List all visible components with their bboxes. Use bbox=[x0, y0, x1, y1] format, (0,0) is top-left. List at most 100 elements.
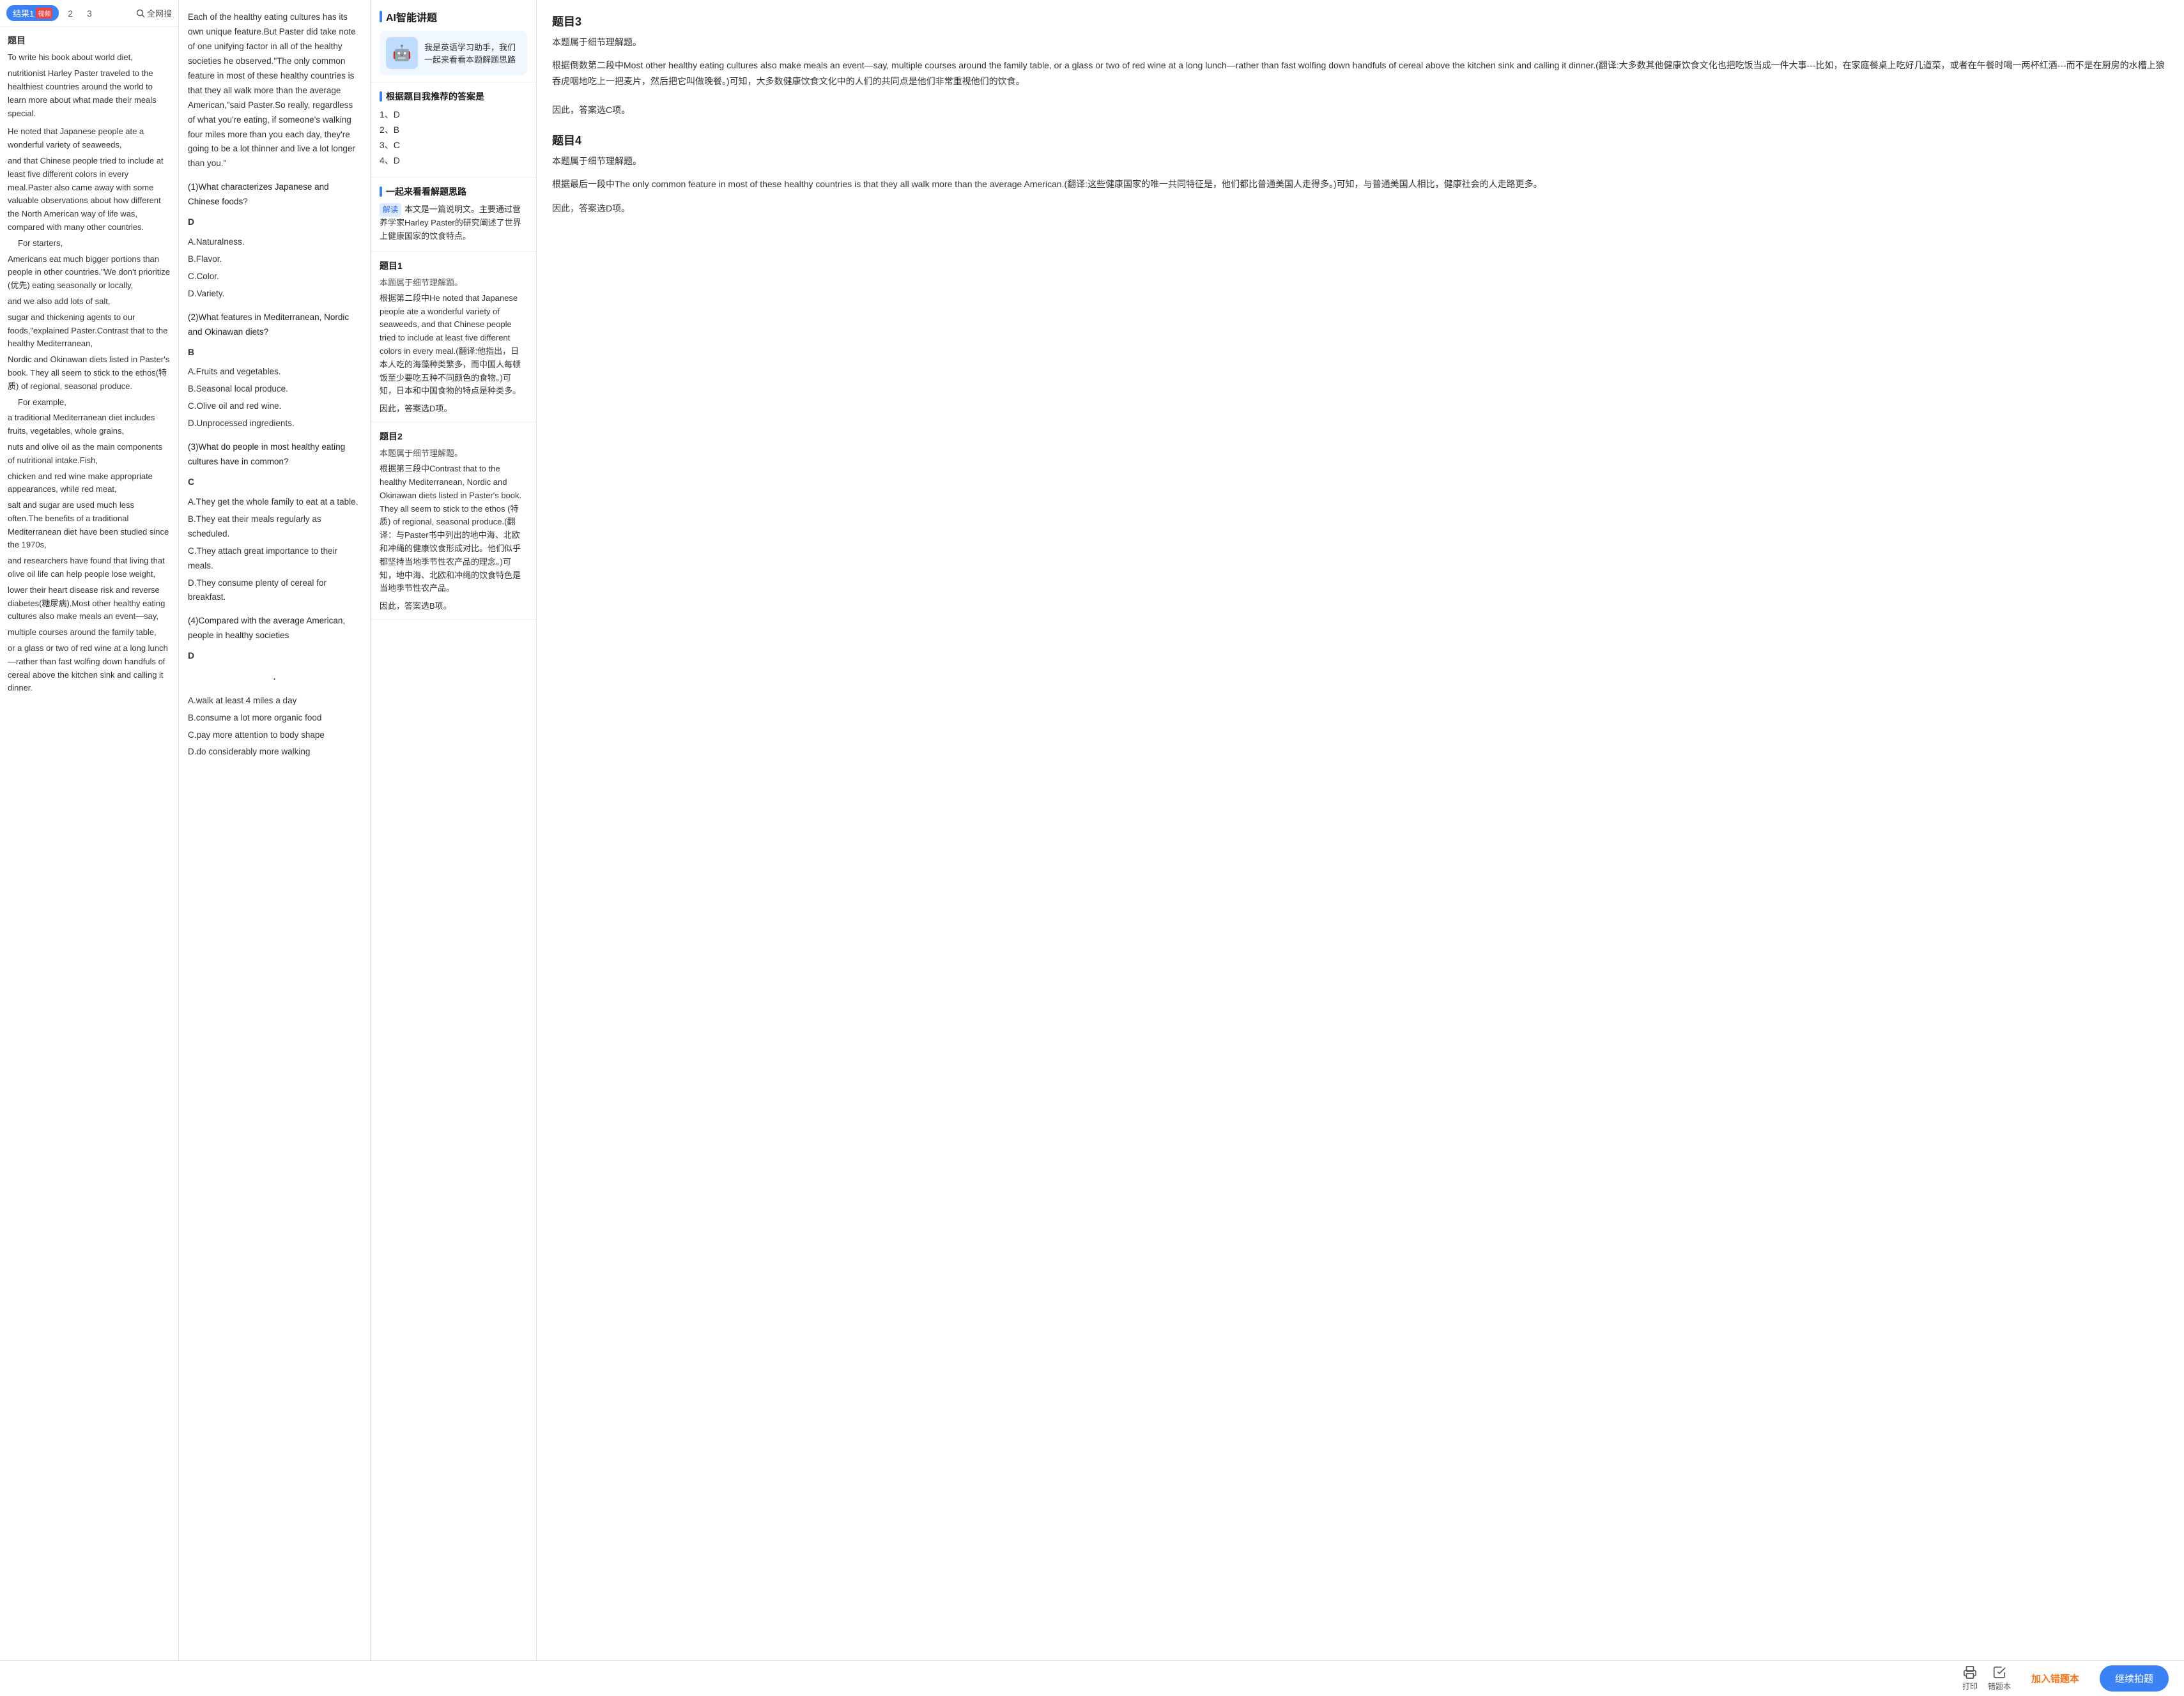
ai-bot-icon: 🤖 bbox=[386, 37, 418, 69]
q1-block-title: 题目1 bbox=[380, 259, 527, 272]
para-9: Nordic and Okinawan diets listed in Past… bbox=[8, 353, 171, 393]
q1-block-analysis: 根据第二段中He noted that Japanese people ate … bbox=[380, 292, 527, 398]
q2-opt-c: C.Olive oil and red wine. bbox=[188, 399, 361, 414]
q3-opt-c: C.They attach great importance to their … bbox=[188, 544, 361, 574]
error-btn[interactable]: 错题本 bbox=[1988, 1665, 2011, 1692]
q3-section: (3)What do people in most healthy eating… bbox=[188, 440, 361, 605]
ai-solution-section: 一起来看看解题思路 解读本文是一篇说明文。主要通过营养学家Harley Past… bbox=[371, 178, 536, 252]
q2-answer: B bbox=[188, 345, 361, 360]
para-3: He noted that Japanese people ate a wond… bbox=[8, 125, 171, 152]
q2-block-conclusion: 因此，答案选B项。 bbox=[380, 599, 527, 611]
q2-block-subtitle: 本题属于细节理解题。 bbox=[380, 447, 527, 459]
q4-conclusion: 因此，答案选D项。 bbox=[552, 202, 2169, 215]
ai-solution-title: 一起来看看解题思路 bbox=[380, 185, 527, 198]
search-icon bbox=[136, 9, 145, 18]
search-all-btn[interactable]: 全网搜 bbox=[136, 7, 172, 19]
q4-opt-d: D.do considerably more walking bbox=[188, 745, 361, 760]
q4-opt-c: C.pay more attention to body shape bbox=[188, 728, 361, 743]
para-14: salt and sugar are used much less often.… bbox=[8, 499, 171, 552]
q3-opt-b: B.They eat their meals regularly as sche… bbox=[188, 512, 361, 542]
tab-3-btn[interactable]: 3 bbox=[82, 6, 97, 20]
join-btn[interactable]: 加入错题本 bbox=[2021, 1667, 2089, 1690]
ai-bot-text: 我是英语学习助手，我们一起来看看本题解题思路 bbox=[424, 41, 521, 65]
intro-paragraph: Each of the healthy eating cultures has … bbox=[188, 10, 361, 171]
solution-text: 解读本文是一篇说明文。主要通过营养学家Harley Paster的研究阐述了世界… bbox=[380, 203, 527, 243]
continue-btn[interactable]: 继续拍题 bbox=[2100, 1665, 2169, 1692]
tab-2-btn[interactable]: 2 bbox=[63, 6, 78, 20]
ai-panel: AI智能讲题 🤖 我是英语学习助手，我们一起来看看本题解题思路 根据题目我推荐的… bbox=[371, 0, 537, 1696]
q2-block: 题目2 本题属于细节理解题。 根据第三段中Contrast that to th… bbox=[371, 422, 536, 620]
q3-conclusion: 因此，答案选C项。 bbox=[552, 103, 2169, 116]
bottom-bar: 打印 错题本 加入错题本 继续拍题 bbox=[0, 1660, 2184, 1696]
para-4: and that Chinese people tried to include… bbox=[8, 155, 171, 234]
para-17: multiple courses around the family table… bbox=[8, 626, 171, 639]
para-5: For starters, bbox=[8, 237, 171, 250]
top-bar: 结果1 视频 2 3 全网搜 bbox=[0, 0, 178, 27]
q1-answer: D bbox=[188, 215, 361, 230]
print-btn[interactable]: 打印 bbox=[1962, 1665, 1978, 1692]
search-all-label: 全网搜 bbox=[147, 7, 172, 19]
q3-answer: C bbox=[188, 475, 361, 490]
intro-text: Each of the healthy eating cultures has … bbox=[188, 10, 361, 171]
recommend-2: 2、B bbox=[380, 123, 527, 136]
q4-section: (4)Compared with the average American, p… bbox=[188, 614, 361, 760]
error-label: 错题本 bbox=[1988, 1681, 2011, 1692]
q2-options: A.Fruits and vegetables. B.Seasonal loca… bbox=[188, 365, 361, 431]
para-18: or a glass or two of red wine at a long … bbox=[8, 642, 171, 695]
q4-num: 题目4 bbox=[552, 132, 2169, 148]
q2-opt-d: D.Unprocessed ingredients. bbox=[188, 416, 361, 431]
q2-text: (2)What features in Mediterranean, Nordi… bbox=[188, 310, 361, 340]
q3-num: 题目3 bbox=[552, 13, 2169, 29]
q4-type: 本题属于细节理解题。 bbox=[552, 155, 2169, 167]
q1-opt-b: B.Flavor. bbox=[188, 252, 361, 267]
q1-section: (1)What characterizes Japanese and Chine… bbox=[188, 180, 361, 301]
q1-opt-d: D.Variety. bbox=[188, 287, 361, 302]
video-badge: 视频 bbox=[36, 8, 52, 19]
recommend-3: 3、C bbox=[380, 139, 527, 151]
recommend-4: 4、D bbox=[380, 154, 527, 167]
result-btn[interactable]: 结果1 视频 bbox=[6, 5, 59, 21]
recommend-answers: 1、D 2、B 3、C 4、D bbox=[380, 108, 527, 167]
ai-header: AI智能讲题 🤖 我是英语学习助手，我们一起来看看本题解题思路 bbox=[371, 0, 536, 82]
para-13: chicken and red wine make appropriate ap… bbox=[8, 470, 171, 497]
left-content: 题目 To write his book about world diet, n… bbox=[0, 27, 178, 1696]
para-2: nutritionist Harley Paster traveled to t… bbox=[8, 67, 171, 120]
q4-analysis: 根据最后一段中The only common feature in most o… bbox=[552, 176, 2169, 192]
dot-separator: · bbox=[188, 669, 361, 689]
para-11: a traditional Mediterranean diet include… bbox=[8, 411, 171, 438]
section-title: 题目 bbox=[8, 33, 171, 47]
q2-section: (2)What features in Mediterranean, Nordi… bbox=[188, 310, 361, 431]
ai-recommend-title: 根据题目我推荐的答案是 bbox=[380, 90, 527, 103]
para-8: sugar and thickening agents to our foods… bbox=[8, 311, 171, 351]
ai-recommend-section: 根据题目我推荐的答案是 1、D 2、B 3、C 4、D bbox=[371, 82, 536, 178]
far-right-panel: 题目3 本题属于细节理解题。 根据倒数第二段中Most other health… bbox=[537, 0, 2184, 1696]
middle-panel: Each of the healthy eating cultures has … bbox=[179, 0, 371, 1696]
q3-opt-d: D.They consume plenty of cereal for brea… bbox=[188, 576, 361, 606]
result-label: 结果1 bbox=[13, 7, 34, 19]
q3-opt-a: A.They get the whole family to eat at a … bbox=[188, 495, 361, 510]
q4-opt-b: B.consume a lot more organic food bbox=[188, 711, 361, 726]
q1-text: (1)What characterizes Japanese and Chine… bbox=[188, 180, 361, 210]
q4-answer: D bbox=[188, 648, 361, 664]
q1-block-conclusion: 因此，答案选D项。 bbox=[380, 402, 527, 414]
ai-bot-row: 🤖 我是英语学习助手，我们一起来看看本题解题思路 bbox=[380, 31, 527, 75]
para-10: For example, bbox=[8, 396, 171, 409]
error-icon bbox=[1992, 1665, 2006, 1679]
q1-opt-c: C.Color. bbox=[188, 270, 361, 284]
para-7: and we also add lots of salt, bbox=[8, 295, 171, 309]
q4-text: (4)Compared with the average American, p… bbox=[188, 614, 361, 643]
q3-text: (3)What do people in most healthy eating… bbox=[188, 440, 361, 470]
para-12: nuts and olive oil as the main component… bbox=[8, 441, 171, 468]
para-1: To write his book about world diet, bbox=[8, 51, 171, 65]
q1-block-subtitle: 本题属于细节理解题。 bbox=[380, 276, 527, 288]
print-label: 打印 bbox=[1962, 1681, 1978, 1692]
q2-block-title: 题目2 bbox=[380, 430, 527, 443]
q1-options: A.Naturalness. B.Flavor. C.Color. D.Vari… bbox=[188, 235, 361, 302]
q1-block: 题目1 本题属于细节理解题。 根据第二段中He noted that Japan… bbox=[371, 252, 536, 422]
q3-type: 本题属于细节理解题。 bbox=[552, 36, 2169, 49]
print-icon bbox=[1963, 1665, 1977, 1679]
q3-analysis: 根据倒数第二段中Most other healthy eating cultur… bbox=[552, 57, 2169, 89]
recommend-1: 1、D bbox=[380, 108, 527, 121]
para-6: Americans eat much bigger portions than … bbox=[8, 253, 171, 293]
q4-options: A.walk at least 4 miles a day B.consume … bbox=[188, 694, 361, 760]
